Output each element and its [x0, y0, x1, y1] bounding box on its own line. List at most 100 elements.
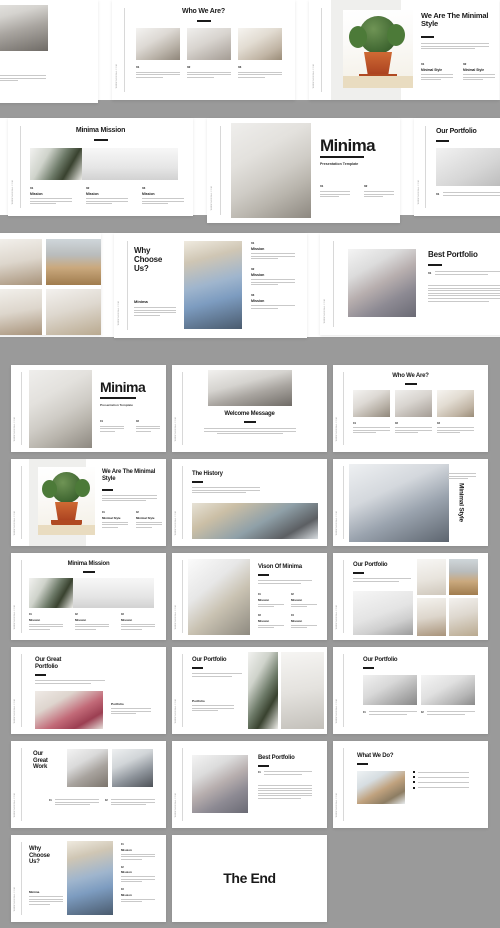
hero-slide-minima-mission[interactable]: WWW.MINIMA.COM Minima Mission 01 Mission… — [8, 118, 193, 216]
hero-slide-cover[interactable]: WWW.MINIMA.COM Minima Presentation Templ… — [207, 118, 400, 223]
grid-slide-best-portfolio[interactable]: WWW.MINIMA.COM Best Portfolio 01 — [172, 741, 327, 828]
item-number: 01 — [251, 241, 255, 245]
grid-slide-vison-of-minima[interactable]: WWW.MINIMA.COM Vison Of Minima 01 Missio… — [172, 553, 327, 640]
item-number: 02 — [364, 184, 368, 188]
item-label: Portfolio — [192, 699, 205, 703]
item-number: 02 — [136, 420, 139, 423]
item-block: 01 — [363, 711, 417, 715]
title-underline — [102, 489, 113, 491]
slide-accent-rail — [343, 371, 345, 446]
slide-photo — [353, 591, 413, 635]
grid-slide-why-choose-us[interactable]: WWW.MINIMA.COM Why Choose Us? Minima 01 … — [11, 835, 166, 922]
item-block: 02 — [364, 184, 394, 198]
vertical-title-wrap: Minimal Style — [444, 467, 478, 538]
item-number: 01 — [320, 184, 324, 188]
item-label: Mission — [291, 618, 303, 623]
item-block: 01 — [100, 420, 124, 432]
grid-slide-our-portfolio-wide[interactable]: WWW.MINIMA.COM Our Portfolio 01 02 — [333, 647, 488, 734]
slide-watermark: WWW.MINIMA.COM — [175, 511, 178, 536]
slide-photo — [192, 755, 248, 813]
item-block: 03 — [238, 65, 282, 78]
item-number: 01 — [121, 843, 124, 846]
slide-items: 01 Minimal Style 02 Minimal Style — [421, 62, 495, 81]
grid-slide-our-portfolio-two[interactable]: WWW.MINIMA.COM Our Portfolio Portfolio — [172, 647, 327, 734]
item-label: Mission — [86, 192, 99, 196]
slide-photo — [417, 598, 446, 636]
item-number: 03 — [121, 613, 124, 616]
grid-slide-our-great-work[interactable]: WWW.MINIMA.COM Our Great Work 01 02 — [11, 741, 166, 828]
item-number: 01 — [100, 420, 103, 423]
slide-items: 01 Mission 02 Mission 03 Mission — [30, 186, 184, 205]
item-label: Portfolio — [111, 702, 124, 706]
slide-body-text — [0, 75, 46, 82]
grid-slide-our-great-portfolio[interactable]: WWW.MINIMA.COM Our Great Portfolio Portf… — [11, 647, 166, 734]
item-block: 01 Minimal Style — [421, 62, 453, 81]
slide-title: Best Portfolio — [428, 250, 478, 259]
slide-title: Minima Mission — [75, 127, 126, 134]
grid-slide-what-we-do[interactable]: WWW.MINIMA.COM What We Do? — [333, 741, 488, 828]
hero-slide-best-portfolio[interactable]: WWW.MINIMA.COM Best Portfolio 01 — [320, 233, 500, 335]
item-number: 02 — [86, 186, 90, 190]
item-number: 01 — [436, 192, 440, 196]
hero-slide-who-we-are[interactable]: WWW.MINIMA.COM Who We Are? 01 02 03 — [112, 0, 295, 100]
caption-label: Minima — [134, 299, 148, 304]
slide-body-text — [192, 487, 260, 494]
item-number: 01 — [428, 271, 432, 275]
hero-row-1: WWW.MINIMA.COM Welcome Message WWW.MINIM… — [0, 0, 499, 103]
hero-slide-gallery[interactable] — [0, 233, 101, 335]
item-block: 03 Mission — [258, 614, 284, 629]
hero-slide-why-choose-us[interactable]: WWW.MINIMA.COM Why Choose Us? Minima 01 … — [114, 233, 307, 338]
slide-photo — [187, 28, 231, 60]
slide-photo — [0, 5, 48, 51]
grid-slide-minima-mission[interactable]: WWW.MINIMA.COM Minima Mission 01 Mission… — [11, 553, 166, 640]
item-block: 03 Mission — [251, 293, 295, 309]
hero-slide-our-portfolio[interactable]: WWW.MINIMA.COM Our Portfolio 01 — [414, 118, 500, 216]
grid-slide-our-portfolio-collage[interactable]: WWW.MINIMA.COM Our Portfolio — [333, 553, 488, 640]
item-number: 01 — [258, 771, 261, 774]
slide-title: What We Do? — [357, 753, 394, 759]
slide-accent-rail — [425, 125, 427, 209]
slide-photo — [449, 559, 478, 595]
bullet-icon — [413, 781, 415, 784]
grid-slide-welcome-message[interactable]: WWW.MINIMA.COM Welcome Message — [172, 365, 327, 452]
hero-slide-we-are-minimal-style[interactable]: WWW.MINIMA.COM We Are The Minimal Style … — [309, 0, 499, 100]
item-label: Mission — [251, 247, 265, 251]
slide-photo — [417, 559, 446, 595]
item-block: 03 Mission — [121, 613, 155, 630]
bullet-icon — [413, 786, 415, 789]
list-item — [413, 781, 469, 784]
slide-photo — [349, 464, 449, 542]
item-block: 02 — [136, 420, 160, 432]
item-number: 02 — [251, 267, 255, 272]
slide-photo — [357, 771, 405, 804]
title-underline — [428, 264, 442, 266]
grid-slide-cover[interactable]: WWW.MINIMA.COM Minima Presentation Templ… — [11, 365, 166, 452]
item-label: Mission — [258, 597, 270, 602]
item-label: Mission — [30, 192, 43, 196]
grid-slide-the-end[interactable]: The End — [172, 835, 327, 922]
hero-slide-welcome-message[interactable]: WWW.MINIMA.COM Welcome Message — [0, 0, 98, 103]
item-block: 02 — [187, 65, 231, 78]
slide-items: 01 02 03 — [136, 65, 282, 78]
slide-title: Why Choose Us? — [134, 246, 163, 273]
slide-body-text — [421, 43, 489, 50]
grid-slide-who-we-are[interactable]: WWW.MINIMA.COM Who We Are? 01 02 03 — [333, 365, 488, 452]
grid-slide-the-history[interactable]: WWW.MINIMA.COM The History — [172, 459, 327, 546]
grid-slide-minimal-style-vertical[interactable]: WWW.MINIMA.COM Minimal Style — [333, 459, 488, 546]
slide-items: 01 02 03 — [353, 422, 474, 434]
slide-accent-rail — [343, 465, 345, 540]
item-block: 01 Minimal Style — [102, 511, 128, 528]
slide-watermark: WWW.MINIMA.COM — [14, 417, 17, 442]
slide-title: Minima — [100, 379, 146, 395]
slide-title: Our Portfolio — [353, 562, 388, 568]
slide-photo — [192, 503, 318, 539]
slide-accent-rail — [21, 371, 23, 446]
grid-slide-we-are-minimal-style[interactable]: WWW.MINIMA.COM We Are The Minimal Style … — [11, 459, 166, 546]
slide-photo — [136, 28, 180, 60]
item-label: Mission — [29, 617, 41, 622]
slide-photo — [231, 123, 311, 218]
slide-body-text — [102, 495, 157, 502]
item-block: 01 Mission — [30, 186, 72, 205]
slide-body-text — [35, 680, 105, 684]
title-underline — [243, 421, 256, 423]
